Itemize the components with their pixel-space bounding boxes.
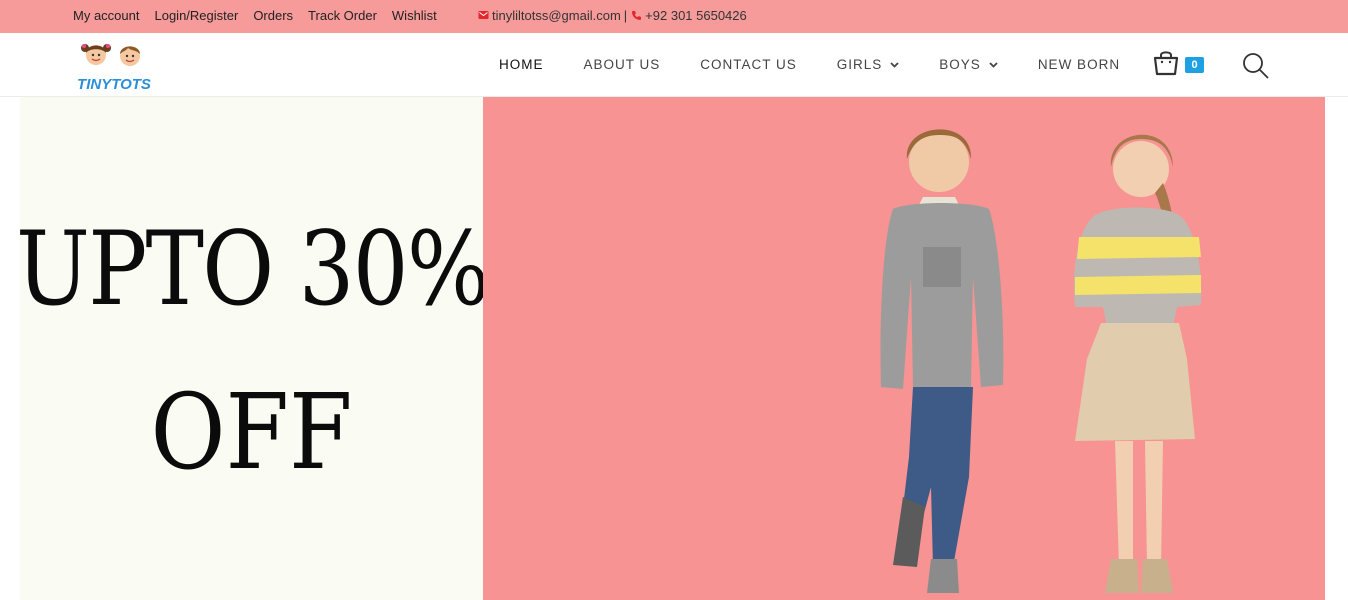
hero-banner[interactable]: UPTO 30% OFF (20, 97, 1325, 600)
tinytots-logo[interactable]: TINYTOTS (76, 39, 152, 93)
kids-photo (880, 129, 1202, 593)
logo-text: TINYTOTS (77, 76, 151, 93)
nav-home-label: HOME (499, 57, 544, 72)
nav-about-label: ABOUT US (583, 57, 661, 72)
main-nav: HOME ABOUT US CONTACT US GIRLS BOYS NEW … (499, 33, 1160, 96)
top-bar: My account Login/Register Orders Track O… (0, 0, 1348, 33)
account-links: My account Login/Register Orders Track O… (73, 0, 437, 30)
nav-newborn-label: NEW BORN (1037, 57, 1121, 72)
boy-figure (880, 129, 1004, 593)
track-order-link[interactable]: Track Order (308, 8, 377, 23)
cart-count-badge: 0 (1185, 57, 1204, 73)
girl-figure (1073, 134, 1202, 593)
shopping-bag-icon (1152, 51, 1180, 80)
promo-subheadline: OFF (150, 371, 353, 493)
orders-link[interactable]: Orders (253, 8, 293, 23)
my-account-link[interactable]: My account (73, 8, 139, 23)
nav-boys[interactable]: BOYS (939, 57, 998, 72)
login-register-link[interactable]: Login/Register (154, 8, 238, 23)
chevron-down-icon (989, 61, 998, 68)
cart-button[interactable]: 0 (1152, 48, 1208, 80)
nav-boys-label: BOYS (939, 57, 981, 72)
promo-headline: UPTO 30% (20, 210, 483, 329)
nav-girls[interactable]: GIRLS (837, 57, 900, 72)
search-icon (1242, 53, 1270, 84)
chevron-down-icon (890, 61, 899, 68)
nav-contact-us[interactable]: CONTACT US (700, 57, 797, 72)
promo-panel: UPTO 30% OFF (20, 97, 483, 600)
email-text[interactable]: tinyliltotss@gmail.com (492, 8, 621, 23)
phone-text[interactable]: +92 301 5650426 (645, 8, 747, 23)
nav-contact-label: CONTACT US (700, 57, 797, 72)
search-button[interactable] (1242, 52, 1270, 80)
nav-girls-label: GIRLS (836, 57, 883, 72)
nav-home[interactable]: HOME (499, 57, 544, 72)
wishlist-link[interactable]: Wishlist (392, 8, 437, 23)
contact-separator: | (623, 7, 628, 23)
phone-icon (631, 10, 642, 21)
site-header: TINYTOTS HOME ABOUT US CONTACT US GIRLS … (0, 33, 1348, 97)
nav-new-born[interactable]: NEW BORN (1038, 57, 1120, 72)
envelope-icon (478, 10, 489, 20)
nav-about-us[interactable]: ABOUT US (584, 57, 661, 72)
contact-info: tinyliltotss@gmail.com | +92 301 5650426 (478, 0, 747, 30)
hero-image-panel (483, 97, 1325, 600)
